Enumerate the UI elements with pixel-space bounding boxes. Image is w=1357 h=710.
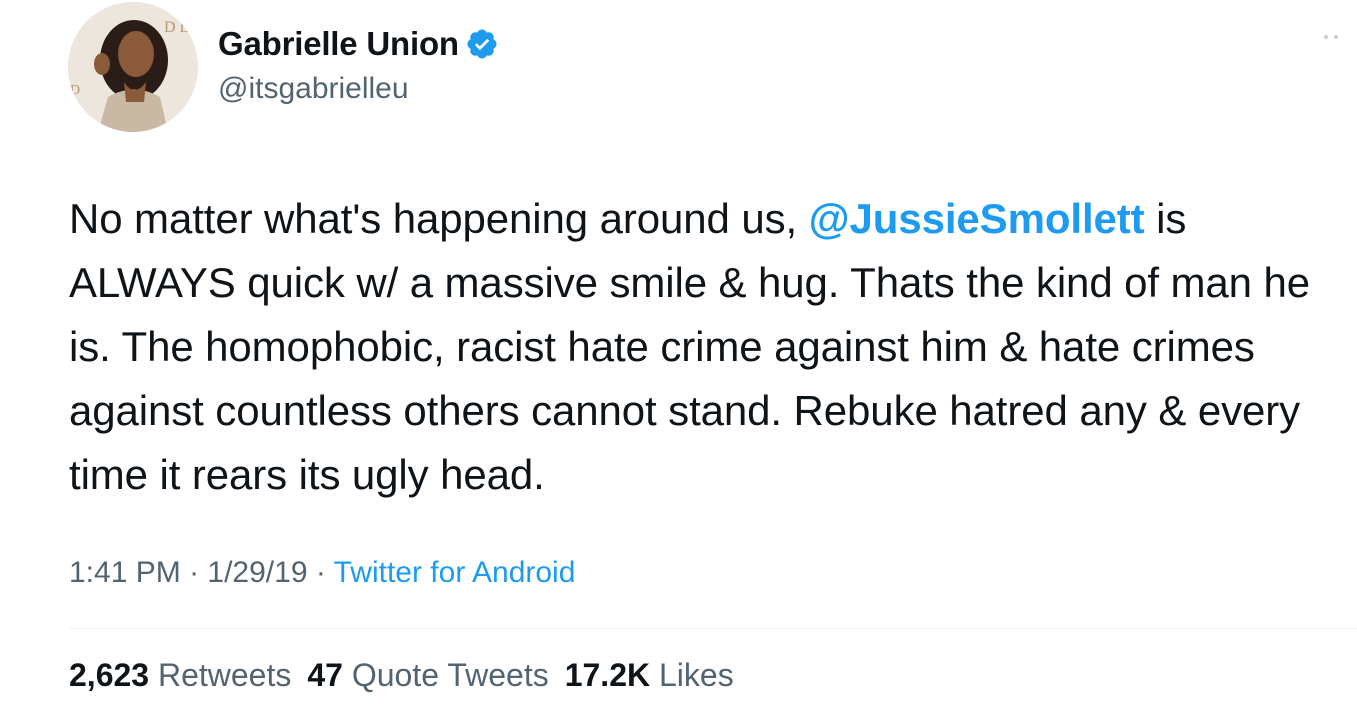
svg-text:D: D bbox=[70, 83, 80, 98]
author-display-name[interactable]: Gabrielle Union bbox=[218, 25, 459, 63]
divider bbox=[69, 628, 1357, 629]
quote-tweets-label: Quote Tweets bbox=[351, 657, 549, 693]
mention-link[interactable]: @JussieSmollett bbox=[809, 195, 1145, 242]
tweet-stats: 2,623 Retweets 47 Quote Tweets 17.2K Likes bbox=[69, 657, 750, 694]
tweet-meta: 1:41 PM · 1/29/19 · Twitter for Android bbox=[69, 556, 575, 590]
author-handle[interactable]: @itsgabrielleu bbox=[218, 72, 499, 106]
name-row: Gabrielle Union bbox=[218, 22, 499, 66]
tweet-text-part: No matter what's happening around us, bbox=[69, 195, 809, 242]
tweet-card: D L D Gabrielle Union @itsgabrielleu No … bbox=[0, 0, 1357, 710]
retweets-label: Retweets bbox=[157, 657, 292, 693]
tweet-date[interactable]: 1/29/19 bbox=[207, 556, 307, 589]
tweet-text: No matter what's happening around us, @J… bbox=[69, 187, 1354, 507]
retweets-count: 2,623 bbox=[69, 657, 150, 693]
quote-tweets-stat[interactable]: 47 Quote Tweets bbox=[307, 657, 548, 693]
more-options-icon[interactable] bbox=[1321, 30, 1343, 42]
quote-tweets-count: 47 bbox=[307, 657, 343, 693]
author-block: Gabrielle Union @itsgabrielleu bbox=[218, 22, 499, 106]
likes-stat[interactable]: 17.2K Likes bbox=[565, 657, 734, 693]
tweet-time[interactable]: 1:41 PM bbox=[69, 556, 181, 589]
likes-label: Likes bbox=[658, 657, 734, 693]
likes-count: 17.2K bbox=[564, 657, 651, 693]
avatar-image: D L D bbox=[68, 2, 198, 132]
meta-separator: · bbox=[307, 556, 334, 589]
svg-text:D L: D L bbox=[164, 19, 189, 36]
retweets-stat[interactable]: 2,623 Retweets bbox=[69, 657, 291, 693]
tweet-source-link[interactable]: Twitter for Android bbox=[334, 556, 576, 589]
avatar[interactable]: D L D bbox=[68, 2, 198, 132]
verified-badge-icon bbox=[465, 27, 499, 61]
meta-separator: · bbox=[180, 556, 208, 589]
